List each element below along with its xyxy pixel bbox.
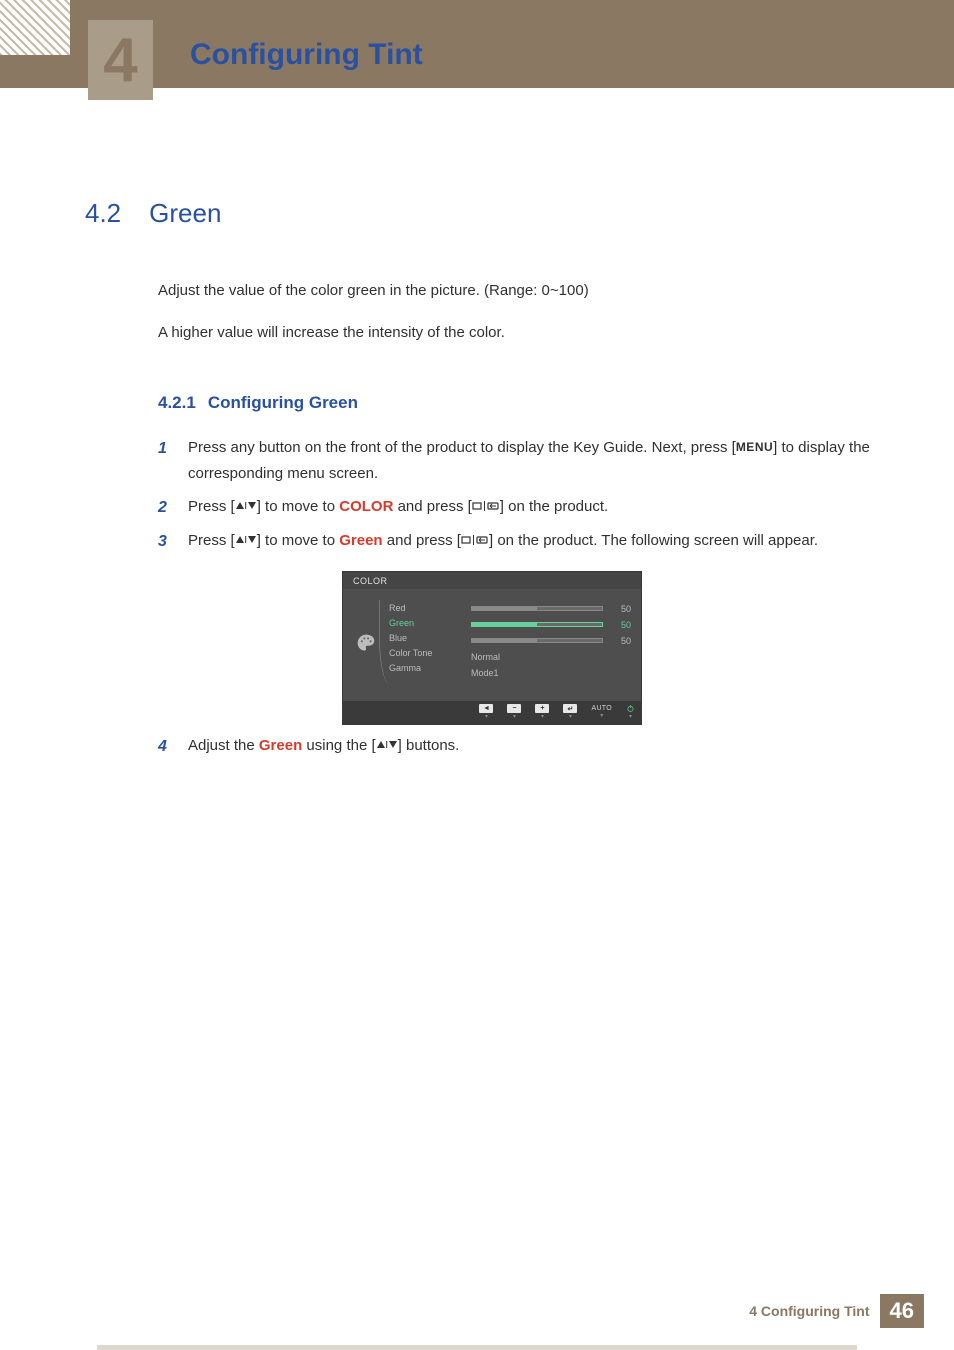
osd-plus-button: +▾ (535, 704, 549, 720)
section-heading: 4.2 Green (85, 198, 899, 229)
menu-button-label: MENU (736, 440, 773, 454)
up-down-icon (376, 734, 398, 746)
up-down-icon (235, 495, 257, 507)
osd-row-value: 50 (471, 635, 631, 646)
chapter-header: 4 Configuring Tint (0, 0, 954, 88)
up-down-icon (235, 529, 257, 541)
footer-page-number: 46 (880, 1294, 924, 1328)
osd-auto-button: AUTO▾ (591, 705, 612, 719)
subsection-title: Configuring Green (208, 393, 358, 412)
intro-paragraph-1: Adjust the value of the color green in t… (158, 279, 899, 303)
steps-list-cont: 4 Adjust the Green using the [] buttons. (158, 733, 899, 759)
page-content: 4.2 Green Adjust the value of the color g… (0, 88, 954, 759)
green-keyword: Green (339, 532, 382, 549)
osd-body: Red Green Blue Color Tone Gamma 50 50 50 Normal… (343, 589, 641, 701)
step-3: 3 Press [] to move to Green and press []… (158, 528, 899, 554)
osd-row-value: Normal (471, 651, 631, 662)
section-title: Green (149, 198, 221, 228)
osd-footer: ◄▾ −▾ +▾ ↵▾ AUTO▾ ▾ (343, 701, 641, 724)
osd-row-label: Green (389, 618, 461, 628)
footer-bar (97, 1345, 857, 1350)
osd-row-value: Mode1 (471, 667, 631, 678)
step-number: 3 (158, 528, 167, 555)
palette-icon (353, 603, 379, 683)
page-footer: 4 Configuring Tint 46 (749, 1294, 924, 1328)
subsection-number: 4.2.1 (158, 393, 196, 412)
green-keyword: Green (259, 737, 302, 754)
osd-curve-decor (379, 599, 390, 685)
osd-minus-button: −▾ (507, 704, 521, 720)
step-2: 2 Press [] to move to COLOR and press []… (158, 494, 899, 520)
decorative-hatch (0, 0, 70, 55)
osd-back-button: ◄▾ (479, 704, 493, 720)
step-1: 1 Press any button on the front of the p… (158, 435, 899, 486)
osd-row-value: 50 (471, 619, 631, 630)
osd-enter-button: ↵▾ (563, 704, 577, 720)
step-number: 2 (158, 494, 167, 521)
chapter-number-box: 4 (88, 20, 153, 100)
step-number: 1 (158, 435, 167, 462)
osd-screenshot: COLOR RedGreenBlueColor ToneGamma 505050… (342, 571, 642, 725)
chapter-number: 4 (103, 25, 137, 96)
subsection-heading: 4.2.1 Configuring Green (158, 393, 899, 413)
osd-row-label: Gamma (389, 663, 461, 673)
step-number: 4 (158, 733, 167, 760)
footer-chapter-label: 4 Configuring Tint (749, 1303, 869, 1319)
step-4: 4 Adjust the Green using the [] buttons. (158, 733, 899, 759)
color-keyword: COLOR (339, 498, 393, 515)
osd-row-value: 50 (471, 603, 631, 614)
osd-row-label: Color Tone (389, 648, 461, 658)
osd-title: COLOR (343, 572, 641, 589)
osd-row-label: Blue (389, 633, 461, 643)
osd-labels: Red Green Blue Color Tone Gamma (389, 603, 461, 683)
intro-paragraph-2: A higher value will increase the intensi… (158, 321, 899, 345)
source-enter-icon (461, 529, 489, 541)
chapter-title: Configuring Tint (190, 38, 423, 72)
osd-values: 50 50 50 Normal Mode1 (471, 603, 631, 683)
steps-list: 1 Press any button on the front of the p… (158, 435, 899, 553)
osd-row-label: Red (389, 603, 461, 613)
power-icon: ▾ (626, 704, 635, 720)
source-enter-icon (472, 495, 500, 507)
section-number: 4.2 (85, 198, 121, 228)
